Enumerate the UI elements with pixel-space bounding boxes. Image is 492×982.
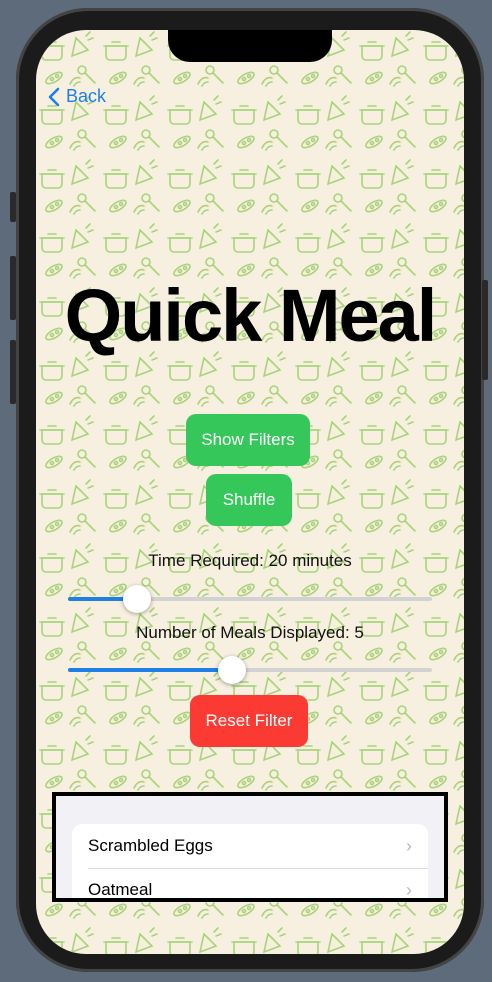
meals-slider-thumb[interactable]: [217, 656, 246, 684]
meals-slider-fill: [68, 668, 232, 672]
volume-down-button: [10, 340, 16, 404]
time-slider-thumb[interactable]: [123, 585, 152, 613]
time-slider[interactable]: [68, 585, 432, 613]
chevron-right-icon: ›: [406, 835, 412, 856]
reset-filter-button[interactable]: Reset Filter: [190, 695, 308, 747]
shuffle-button[interactable]: Shuffle: [206, 474, 292, 526]
screen: Back Quick Meal Show Filters Shuffle Tim…: [36, 30, 464, 954]
meals-displayed-label: Number of Meals Displayed: 5: [136, 623, 364, 642]
meal-name: Oatmeal: [88, 880, 153, 899]
time-required-label: Time Required: 20 minutes: [148, 551, 352, 570]
back-label: Back: [66, 86, 107, 106]
back-button[interactable]: Back: [48, 86, 106, 107]
show-filters-label: Show Filters: [201, 430, 295, 449]
meals-slider[interactable]: [68, 656, 432, 684]
page-title: Quick Meal: [64, 274, 438, 357]
show-filters-button[interactable]: Show Filters: [186, 414, 310, 466]
list-item[interactable]: Scrambled Eggs ›: [72, 824, 428, 868]
meal-list: Scrambled Eggs › Oatmeal ›: [52, 792, 448, 902]
shuffle-label: Shuffle: [222, 490, 276, 509]
reset-filter-label: Reset Filter: [205, 711, 293, 730]
chevron-left-icon: [48, 87, 60, 106]
list-item[interactable]: Oatmeal ›: [72, 868, 428, 900]
notch: [168, 30, 332, 62]
power-button: [482, 280, 488, 380]
volume-up-button: [10, 256, 16, 320]
meal-name: Scrambled Eggs: [88, 836, 213, 855]
meal-list-card: Scrambled Eggs › Oatmeal ›: [72, 824, 428, 900]
chevron-right-icon: ›: [406, 879, 412, 900]
mute-switch: [10, 192, 16, 222]
